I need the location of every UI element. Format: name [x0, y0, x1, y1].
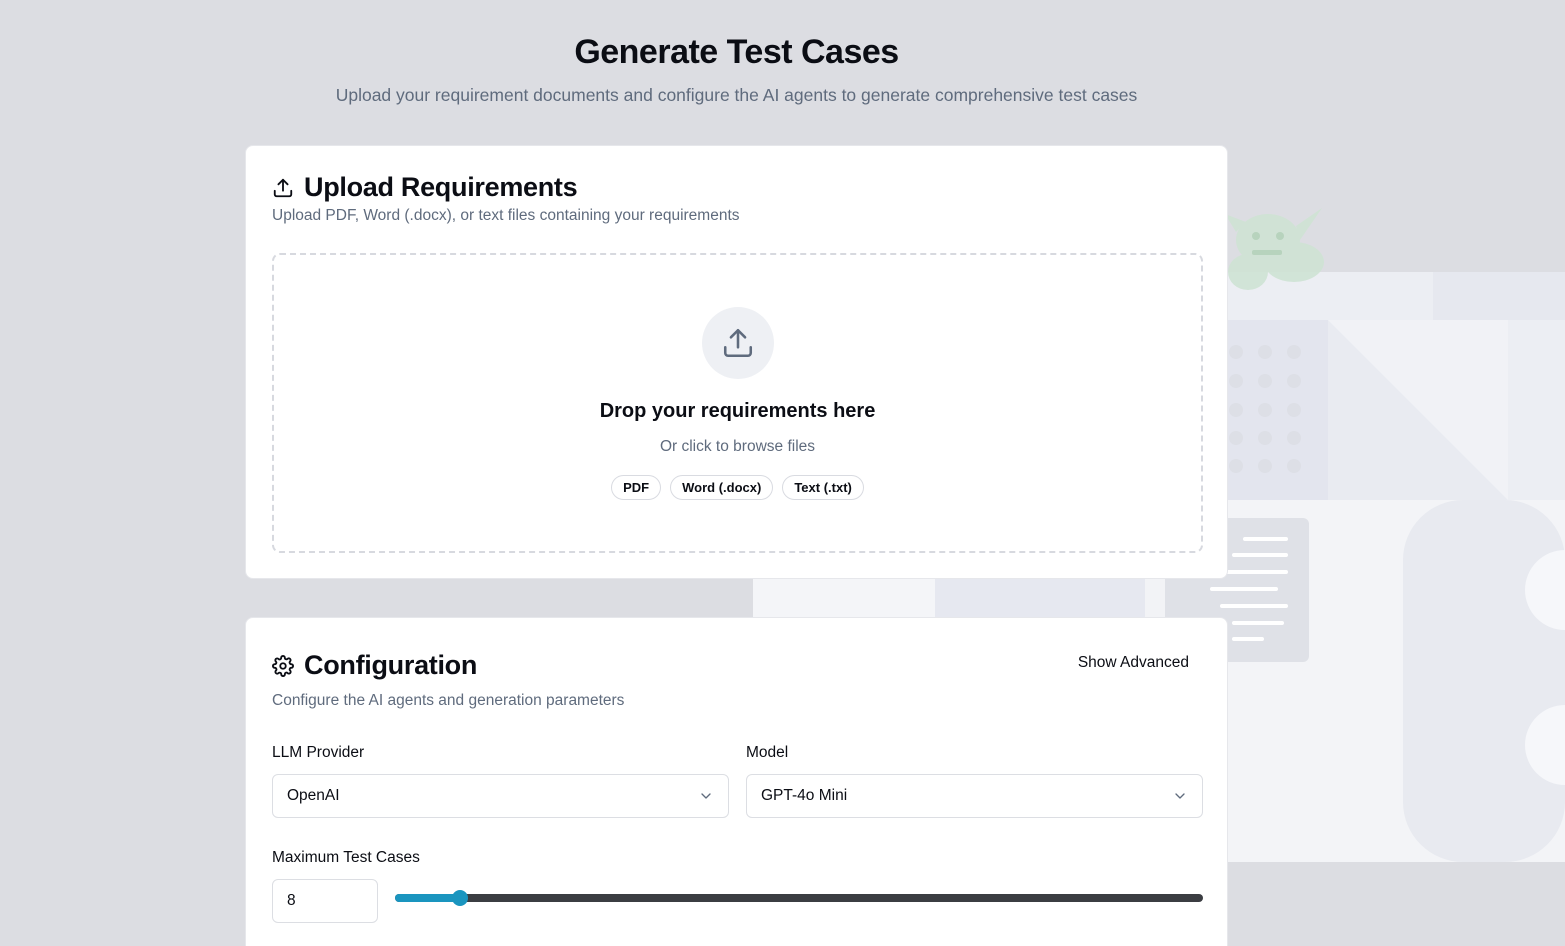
configuration-card: Configuration Show Advanced Configure th…	[245, 617, 1228, 946]
generate-test-cases-page: Generate Test Cases Upload your requirem…	[0, 0, 1565, 946]
llm-provider-value: OpenAI	[287, 787, 340, 804]
slider-fill	[395, 894, 460, 902]
dropzone-title: Drop your requirements here	[599, 400, 876, 422]
max-test-cases-slider[interactable]	[395, 890, 1203, 906]
model-label: Model	[746, 744, 789, 761]
config-card-title: Configuration	[304, 650, 478, 680]
config-card-header: Configuration	[272, 650, 477, 681]
format-badge-docx: Word (.docx)	[670, 475, 774, 500]
format-badge-txt: Text (.txt)	[782, 475, 864, 500]
llm-provider-select[interactable]: OpenAI	[272, 774, 729, 818]
file-dropzone[interactable]: Drop your requirements here Or click to …	[272, 253, 1203, 553]
chevron-down-icon	[1175, 793, 1185, 799]
max-test-cases-input[interactable]	[272, 879, 378, 923]
format-badge-pdf: PDF	[611, 475, 662, 500]
dropzone-subtitle: Or click to browse files	[659, 438, 816, 455]
upload-card-description: Upload PDF, Word (.docx), or text files …	[272, 207, 740, 224]
upload-icon	[723, 328, 753, 358]
show-advanced-button[interactable]: Show Advanced	[1078, 654, 1189, 672]
dropzone-icon-circle	[702, 307, 774, 379]
slider-thumb[interactable]	[452, 890, 468, 906]
gear-icon	[272, 654, 294, 677]
llm-provider-label: LLM Provider	[272, 744, 365, 761]
file-format-badges: PDF Word (.docx) Text (.txt)	[274, 475, 1201, 500]
config-card-description: Configure the AI agents and generation p…	[272, 692, 625, 709]
page-title: Generate Test Cases	[574, 33, 899, 71]
page-subtitle: Upload your requirement documents and co…	[335, 85, 1138, 105]
model-value: GPT-4o Mini	[761, 787, 848, 804]
chevron-down-icon	[701, 793, 711, 799]
upload-requirements-card: Upload Requirements Upload PDF, Word (.d…	[245, 145, 1228, 579]
upload-card-header: Upload Requirements	[272, 172, 578, 203]
max-test-cases-label: Maximum Test Cases	[272, 849, 420, 866]
upload-icon	[273, 178, 293, 197]
upload-card-title: Upload Requirements	[304, 172, 578, 202]
model-select[interactable]: GPT-4o Mini	[746, 774, 1203, 818]
